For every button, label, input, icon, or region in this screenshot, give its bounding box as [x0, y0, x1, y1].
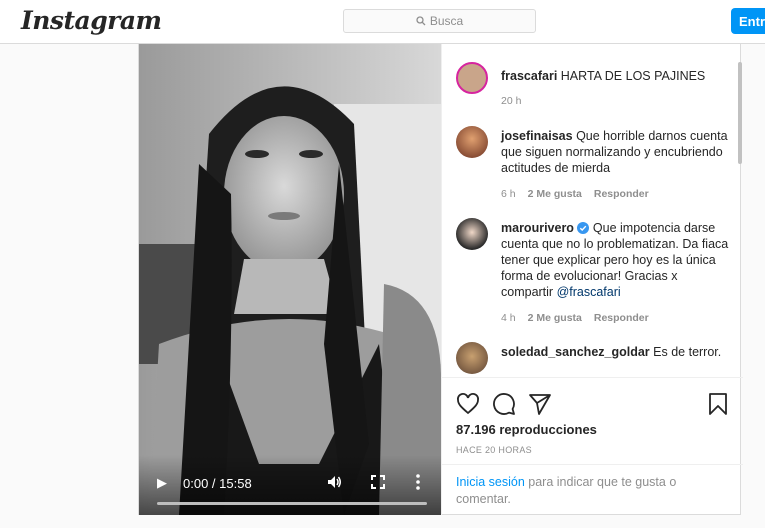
- more-icon[interactable]: [415, 473, 421, 491]
- search-placeholder: Busca: [429, 14, 464, 28]
- comment-text: Es de terror.: [653, 345, 722, 359]
- search-icon: [416, 16, 426, 26]
- search-input[interactable]: Busca: [343, 9, 536, 33]
- verified-icon: [577, 222, 590, 234]
- avatar[interactable]: [456, 342, 488, 374]
- reply-button[interactable]: Responder: [594, 312, 649, 324]
- comment-icon[interactable]: [492, 392, 516, 416]
- login-link[interactable]: Inicia sesión: [456, 475, 525, 489]
- comment-username[interactable]: marourivero: [501, 221, 574, 235]
- comment-time[interactable]: 4 h: [501, 312, 516, 324]
- comments-scrollbar[interactable]: [738, 62, 742, 164]
- comment-username[interactable]: josefinaisas: [501, 129, 573, 143]
- view-count[interactable]: 87.196 reproducciones: [456, 422, 597, 437]
- video-controls: ▶ 0:00 / 15:58: [139, 455, 441, 515]
- play-icon[interactable]: ▶: [157, 475, 167, 491]
- video-time: 0:00 / 15:58: [183, 476, 252, 491]
- comment-likes[interactable]: 2 Me gusta: [528, 188, 582, 200]
- video-player[interactable]: ▶ 0:00 / 15:58: [139, 44, 441, 515]
- fullscreen-icon[interactable]: [371, 475, 385, 489]
- comment-likes[interactable]: 2 Me gusta: [528, 312, 582, 324]
- avatar[interactable]: [456, 126, 488, 158]
- comment-time[interactable]: 6 h: [501, 188, 516, 200]
- bookmark-icon[interactable]: [706, 392, 730, 416]
- avatar[interactable]: [456, 62, 488, 94]
- post-container: ▶ 0:00 / 15:58 frascafari HARTA DE LOS P…: [138, 44, 743, 515]
- instagram-logo[interactable]: Instagram: [21, 6, 162, 35]
- comment-username[interactable]: soledad_sanchez_goldar: [501, 345, 650, 359]
- heart-icon[interactable]: [456, 392, 480, 416]
- post-actions: 87.196 reproducciones HACE 20 HORAS Inic…: [442, 377, 743, 515]
- video-progress-bar[interactable]: [157, 502, 427, 505]
- top-bar: Instagram Busca Entra: [0, 0, 765, 44]
- avatar[interactable]: [456, 218, 488, 250]
- reply-button[interactable]: Responder: [594, 188, 649, 200]
- share-icon[interactable]: [528, 392, 552, 416]
- video-frame: [139, 44, 441, 515]
- post-timestamp: HACE 20 HORAS: [456, 445, 532, 455]
- volume-icon[interactable]: [326, 474, 342, 490]
- comments-list: frascafari HARTA DE LOS PAJINES 20 h jos…: [442, 44, 743, 376]
- comment-username[interactable]: frascafari: [501, 69, 557, 83]
- comment-text: HARTA DE LOS PAJINES: [560, 69, 706, 83]
- divider: [442, 464, 743, 465]
- post-sidebar: frascafari HARTA DE LOS PAJINES 20 h jos…: [441, 44, 743, 515]
- login-button[interactable]: Entra: [731, 8, 765, 34]
- login-prompt: Inicia sesión para indicar que te gusta …: [456, 474, 716, 508]
- mention-link[interactable]: @frascafari: [557, 285, 621, 299]
- comment-time[interactable]: 20 h: [501, 95, 521, 107]
